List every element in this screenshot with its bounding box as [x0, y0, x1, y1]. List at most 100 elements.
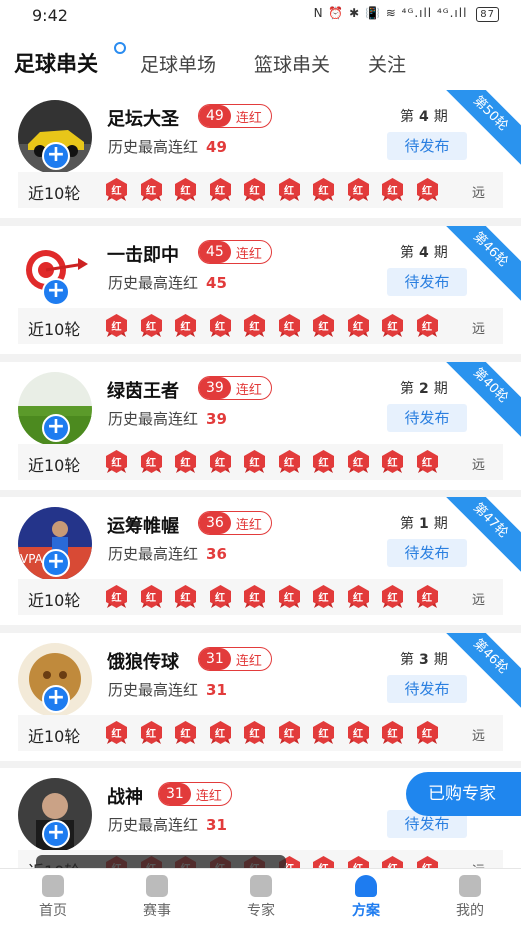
svg-text:VPA: VPA — [20, 552, 44, 566]
history-value: 31 — [206, 816, 227, 834]
history-label: 历史最高连红 — [108, 410, 199, 428]
period-suffix: 期 — [433, 652, 448, 668]
recent-rounds-row: 近10轮 红 红 红 红 红 红 红 红 红 红 远 — [18, 444, 503, 480]
far-label: 远 — [472, 186, 486, 201]
streak-label: 连红 — [235, 382, 262, 398]
red-result-badge: 红 — [208, 584, 233, 609]
nav-home[interactable]: 首页 — [18, 873, 88, 920]
result-label: 红 — [111, 186, 122, 197]
period-number: 1 — [419, 516, 429, 532]
pending-publish-button[interactable]: 待发布 — [387, 675, 467, 703]
period-number: 2 — [419, 381, 429, 397]
red-result-badge: 红 — [346, 449, 371, 474]
result-label: 红 — [249, 729, 260, 740]
result-label: 红 — [318, 593, 329, 604]
red-result-badge: 红 — [346, 313, 371, 338]
period-info: 第3期 — [400, 649, 448, 669]
expert-name: 绿茵王者 — [107, 381, 179, 402]
history-best-streak: 历史最高连红 49 — [108, 136, 227, 157]
history-best-streak: 历史最高连红 31 — [108, 814, 227, 835]
result-label: 红 — [422, 458, 432, 469]
result-label: 红 — [146, 186, 156, 197]
result-label: 红 — [353, 729, 363, 740]
streak-label: 连红 — [235, 653, 262, 669]
bottom-nav: 首页 赛事 专家 方案 我的 — [0, 868, 521, 928]
history-label: 历史最高连红 — [108, 681, 199, 699]
result-label: 红 — [215, 186, 225, 197]
follow-plus-icon[interactable]: + — [42, 414, 70, 442]
result-label: 红 — [353, 186, 363, 197]
result-label: 红 — [249, 593, 260, 604]
red-result-badge: 红 — [139, 720, 164, 745]
red-result-badge: 红 — [380, 449, 405, 474]
red-result-badge: 红 — [208, 177, 233, 202]
nav-events[interactable]: 赛事 — [122, 873, 192, 920]
red-result-badge: 红 — [415, 720, 440, 745]
result-label: 红 — [387, 593, 398, 604]
profile-icon — [459, 875, 481, 897]
recent-results: 红红红红红红红红红红 — [104, 584, 449, 609]
recent-rounds-label: 近10轮 — [28, 591, 81, 610]
follow-plus-icon[interactable]: + — [42, 685, 70, 713]
history-label: 历史最高连红 — [108, 545, 199, 563]
red-result-badge: 红 — [173, 177, 198, 202]
follow-plus-icon[interactable]: + — [42, 278, 70, 306]
pending-publish-button[interactable]: 待发布 — [387, 268, 467, 296]
red-result-badge: 红 — [173, 720, 198, 745]
nav-mine[interactable]: 我的 — [435, 873, 505, 920]
result-label: 红 — [180, 322, 191, 333]
period-suffix: 期 — [433, 516, 448, 532]
follow-plus-icon[interactable]: + — [42, 549, 70, 577]
result-label: 红 — [180, 593, 191, 604]
expert-card[interactable]: + 足坛大圣 49 连红 历史最高连红 49 第 4 期待发布 第50轮 近10轮红红红红红红红红红… — [0, 90, 521, 218]
streak-label: 连红 — [235, 246, 262, 262]
tab-football-single[interactable]: 足球单场 — [140, 50, 216, 77]
purchased-experts-button[interactable]: 已购专家 — [406, 772, 521, 816]
red-result-badge: 红 — [139, 584, 164, 609]
nav-experts[interactable]: 专家 — [226, 873, 296, 920]
nav-events-label: 赛事 — [143, 903, 171, 919]
tab-football-parlay[interactable]: 足球串关 — [14, 48, 98, 78]
far-label: 远 — [472, 729, 486, 744]
history-best-streak: 历史最高连红 31 — [108, 679, 227, 700]
result-label: 红 — [111, 593, 122, 604]
result-label: 红 — [422, 186, 432, 197]
result-label: 红 — [249, 322, 260, 333]
red-result-badge: 红 — [139, 177, 164, 202]
result-label: 红 — [422, 593, 432, 604]
nav-plans[interactable]: 方案 — [331, 873, 401, 920]
streak-badge: 31 连红 — [198, 647, 272, 671]
recent-results: 红红红红红红红红红红 — [104, 720, 449, 745]
recent-rounds-row: 近10轮 红 红 红 红 红 红 红 红 红 红 远 — [18, 715, 503, 751]
tab-basketball-parlay[interactable]: 篮球串关 — [254, 50, 330, 77]
expert-card[interactable]: + 饿狼传球 31 连红 历史最高连红 31 第 3 期待发布 第46轮 近10轮红红红红红红红红红… — [0, 633, 521, 761]
red-result-badge: 红 — [311, 449, 336, 474]
expert-card[interactable]: + 一击即中 45 连红 历史最高连红 45 第 4 期待发布 第46轮 近10轮红红红红红红红红红… — [0, 226, 521, 354]
tab-follow[interactable]: 关注 — [368, 50, 406, 77]
result-label: 红 — [284, 322, 294, 333]
result-label: 红 — [284, 186, 294, 197]
follow-plus-icon[interactable]: + — [42, 820, 70, 848]
red-result-badge: 红 — [380, 720, 405, 745]
period-prefix: 第 — [400, 245, 414, 261]
pending-publish-button[interactable]: 待发布 — [387, 539, 467, 567]
streak-badge: 49 连红 — [198, 104, 272, 128]
result-label: 红 — [284, 458, 294, 469]
expert-card[interactable]: + 绿茵王者 39 连红 历史最高连红 39 第 2 期待发布 第40轮 近10轮红红红红红红红红红… — [0, 362, 521, 490]
period-prefix: 第 — [400, 381, 414, 397]
period-number: 4 — [419, 109, 429, 125]
expert-name: 一击即中 — [107, 245, 179, 266]
result-label: 红 — [353, 593, 363, 604]
result-label: 红 — [111, 322, 122, 333]
period-number: 3 — [419, 652, 429, 668]
red-result-badge: 红 — [208, 449, 233, 474]
result-label: 红 — [180, 729, 191, 740]
pending-publish-button[interactable]: 待发布 — [387, 404, 467, 432]
result-label: 红 — [387, 729, 398, 740]
streak-count: 36 — [199, 512, 231, 534]
pending-publish-button[interactable]: 待发布 — [387, 132, 467, 160]
history-value: 49 — [206, 138, 227, 156]
result-label: 红 — [387, 322, 398, 333]
expert-card[interactable]: VPA + 运筹帷幄 36 连红 历史最高连红 36 第 1 期待发布 第47轮 近10轮红红红红红红… — [0, 497, 521, 625]
follow-plus-icon[interactable]: + — [42, 142, 70, 170]
